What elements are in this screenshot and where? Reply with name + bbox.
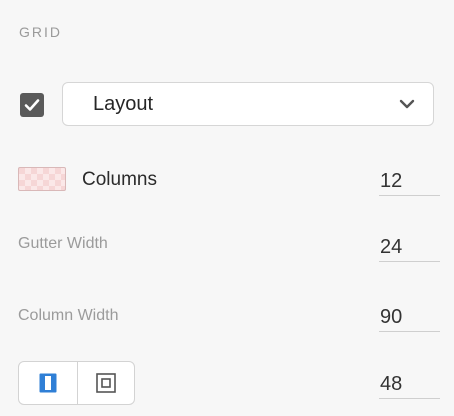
stretch-mode-button[interactable] [19,362,77,404]
offset-input[interactable]: 48 [379,369,440,399]
column-width-input[interactable]: 90 [379,302,440,332]
grid-mode-toggle [18,361,135,405]
center-mode-button[interactable] [76,362,135,404]
chevron-down-icon [399,99,415,109]
grid-color-swatch[interactable] [18,167,66,191]
gutter-width-input[interactable]: 24 [379,232,440,262]
layout-type-dropdown[interactable]: Layout [62,82,434,126]
columns-label: Columns [82,169,157,190]
column-width-label: Column Width [18,307,119,324]
stretch-columns-icon [39,373,57,393]
layout-type-value: Layout [93,92,154,115]
checkmark-icon [24,99,40,111]
layout-enabled-checkbox[interactable] [20,93,44,117]
gutter-width-label: Gutter Width [18,235,108,252]
section-title: GRID [19,24,62,40]
columns-input[interactable]: 12 [379,166,440,196]
center-box-icon [95,373,116,393]
